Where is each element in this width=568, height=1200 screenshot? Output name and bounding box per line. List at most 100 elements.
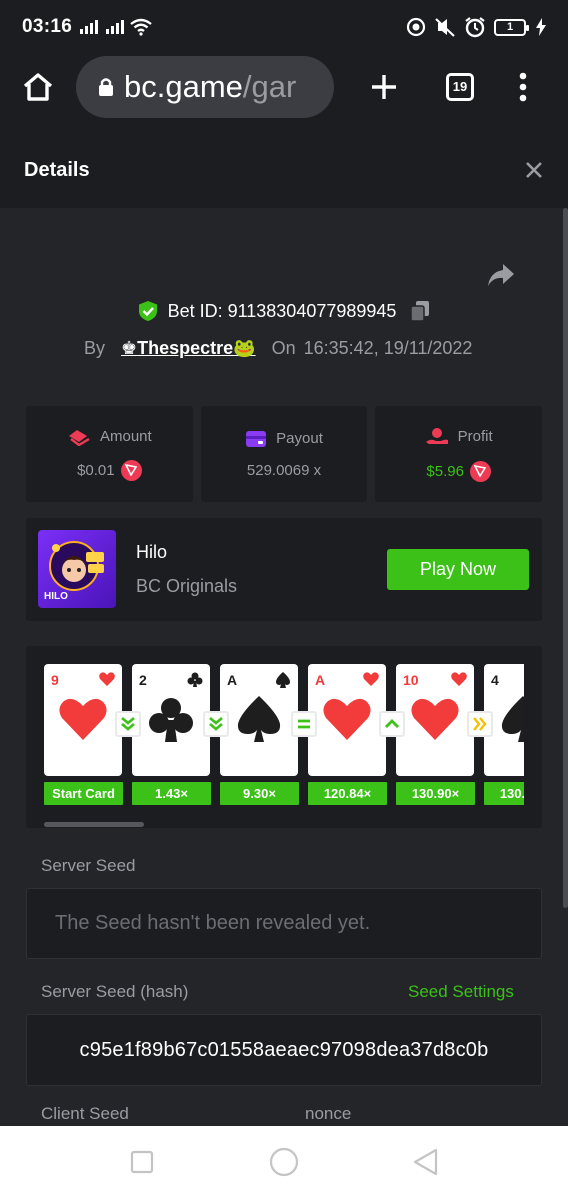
charging-icon xyxy=(536,18,546,36)
details-title: Details xyxy=(24,158,90,181)
game-card: HILO Hilo BC Originals Play Now xyxy=(26,518,542,621)
verified-shield-icon xyxy=(138,301,157,321)
username-link[interactable]: ♚Thespectre🐸 xyxy=(121,338,256,359)
server-seed-value: The Seed hasn't been revealed yet. xyxy=(55,912,371,934)
playing-card: 10 xyxy=(396,664,474,776)
card-rank: 10 xyxy=(403,672,419,688)
game-name: Hilo xyxy=(136,542,168,562)
bet-id: Bet ID: 91138304077989945 xyxy=(167,300,397,321)
server-seed-label: Server Seed xyxy=(41,856,136,875)
card-rank: 2 xyxy=(139,672,147,688)
server-seed-field: The Seed hasn't been revealed yet. xyxy=(26,888,542,959)
heart-suit-icon xyxy=(323,698,371,740)
bet-stats: Amount $0.01 Payout 529.0069 x Profit $5… xyxy=(26,406,543,502)
club-suit-icon xyxy=(187,672,203,687)
payout-value: 529.0069 x xyxy=(246,461,322,479)
spade-suit-icon xyxy=(237,696,281,742)
playing-card: 9 xyxy=(44,664,122,776)
bet-id-row: Bet ID: 91138304077989945 xyxy=(0,300,568,322)
playing-card: A xyxy=(308,664,386,776)
payout-label: Payout xyxy=(276,430,323,447)
home-icon[interactable] xyxy=(22,72,54,102)
recents-icon[interactable] xyxy=(130,1150,154,1174)
multiplier-badge: 9.30× xyxy=(220,782,299,805)
server-seed-hash-value: c95e1f89b67c01558aeaec97098dea37d8c0b xyxy=(79,1038,489,1061)
higher-arrow-icon xyxy=(379,711,405,737)
multiplier-badge: 130.90× xyxy=(396,782,475,805)
battery-icon: 1 xyxy=(494,18,529,36)
by-label: By xyxy=(84,338,106,358)
url-text: bc.game/gar xyxy=(124,69,296,105)
horizontal-scrollbar[interactable] xyxy=(44,822,144,827)
playing-card: 2 xyxy=(132,664,210,776)
trx-coin-icon xyxy=(469,460,491,482)
payout-icon xyxy=(246,430,267,447)
spade-suit-icon xyxy=(501,696,524,742)
lock-icon xyxy=(99,78,113,96)
heart-suit-icon xyxy=(59,698,107,740)
cards-row: 9 Start Card 2 1.43× A 9.30× A 120.84× 10 130.90×… xyxy=(44,664,524,814)
heart-suit-icon xyxy=(451,672,467,686)
game-category: BC Originals xyxy=(136,576,238,596)
close-icon xyxy=(526,162,542,178)
bet-timestamp: 16:35:42, 19/11/2022 xyxy=(303,338,473,358)
trx-coin-icon xyxy=(120,459,142,481)
status-time: 03:16 xyxy=(22,16,73,37)
share-icon[interactable] xyxy=(486,262,516,288)
seed-settings-link[interactable]: Seed Settings xyxy=(408,982,514,1002)
skip-arrow-icon xyxy=(467,711,493,737)
url-host: bc.game xyxy=(124,69,243,104)
page-scrollbar[interactable] xyxy=(563,208,568,908)
club-suit-icon xyxy=(149,698,193,742)
close-button[interactable] xyxy=(520,156,548,184)
profit-icon xyxy=(425,427,448,444)
amount-value: $0.01 xyxy=(77,461,115,479)
heart-suit-icon xyxy=(99,672,115,686)
card-rank: A xyxy=(227,672,238,688)
payout-stat: Payout 529.0069 x xyxy=(200,406,368,502)
more-menu-icon[interactable] xyxy=(518,72,528,102)
cards-history: 9 Start Card 2 1.43× A 9.30× A 120.84× 10 130.90×… xyxy=(26,646,542,828)
profit-label: Profit xyxy=(457,428,493,445)
client-seed-label: Client Seed xyxy=(41,1104,129,1123)
game-logo-text: HILO xyxy=(44,591,68,602)
back-icon[interactable] xyxy=(412,1148,438,1176)
spade-suit-icon xyxy=(276,672,290,688)
alarm-icon xyxy=(465,17,485,38)
mute-icon xyxy=(435,18,455,37)
nonce-label: nonce xyxy=(305,1104,352,1123)
details-content: Bet ID: 91138304077989945 By ♚Thespectre… xyxy=(0,208,568,1126)
card-rank: 4 xyxy=(491,672,499,688)
url-path: /gar xyxy=(242,69,297,104)
status-bar: 03:16 1 xyxy=(0,0,568,54)
server-seed-hash-field[interactable]: c95e1f89b67c01558aeaec97098dea37d8c0b xyxy=(26,1014,542,1086)
home-nav-icon[interactable] xyxy=(269,1147,299,1177)
browser-toolbar: bc.game/gar 19 xyxy=(0,54,568,132)
wifi-icon xyxy=(130,18,152,36)
same-arrow-icon xyxy=(291,711,317,737)
new-tab-icon[interactable] xyxy=(370,73,398,101)
system-nav-bar xyxy=(0,1126,568,1200)
multiplier-badge: 120.84× xyxy=(308,782,387,805)
multiplier-badge: Start Card xyxy=(44,782,123,805)
copy-icon[interactable] xyxy=(410,300,430,322)
amount-icon xyxy=(68,429,90,446)
details-header: Details xyxy=(0,132,568,208)
amount-stat: Amount $0.01 xyxy=(26,406,193,502)
server-seed-hash-label: Server Seed (hash) xyxy=(41,982,189,1001)
address-bar[interactable]: bc.game/gar xyxy=(76,56,334,118)
lower-or-same-arrow-icon xyxy=(115,711,141,737)
tab-switcher-button[interactable]: 19 xyxy=(446,73,474,101)
card-rank: 9 xyxy=(51,672,59,688)
card-rank: A xyxy=(315,672,326,688)
data-saver-icon xyxy=(406,17,426,37)
hilo-game-logo[interactable]: HILO xyxy=(38,530,116,608)
heart-suit-icon xyxy=(411,698,459,740)
multiplier-badge: 1.43× xyxy=(132,782,211,805)
amount-label: Amount xyxy=(99,428,152,445)
on-label: On xyxy=(271,338,296,358)
signal-icon-2 xyxy=(106,20,125,34)
playing-card: A xyxy=(220,664,298,776)
profit-value: $5.96 xyxy=(426,462,464,480)
play-now-button[interactable]: Play Now xyxy=(387,549,529,590)
